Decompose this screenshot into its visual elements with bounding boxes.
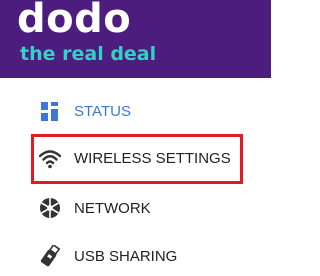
menu-item-network[interactable]: NETWORK: [0, 188, 271, 228]
header-banner: dodo the real deal: [0, 0, 271, 78]
usb-icon: [39, 245, 61, 267]
menu-item-label: NETWORK: [74, 200, 151, 217]
wifi-icon: [39, 148, 61, 170]
logo-main-text[interactable]: dodo: [17, 0, 131, 42]
logo-tagline: the real deal: [20, 43, 157, 65]
menu-item-label: USB SHARING: [74, 248, 178, 265]
menu-item-label: STATUS: [74, 103, 131, 120]
status-icon: [39, 101, 61, 123]
menu-item-usb-sharing[interactable]: USB SHARING: [0, 236, 271, 276]
menu-item-label: WIRELESS SETTINGS: [74, 150, 231, 167]
network-icon: [39, 197, 61, 219]
menu-item-wireless-settings[interactable]: WIRELESS SETTINGS: [0, 138, 271, 178]
menu-item-status[interactable]: STATUS: [0, 92, 271, 132]
